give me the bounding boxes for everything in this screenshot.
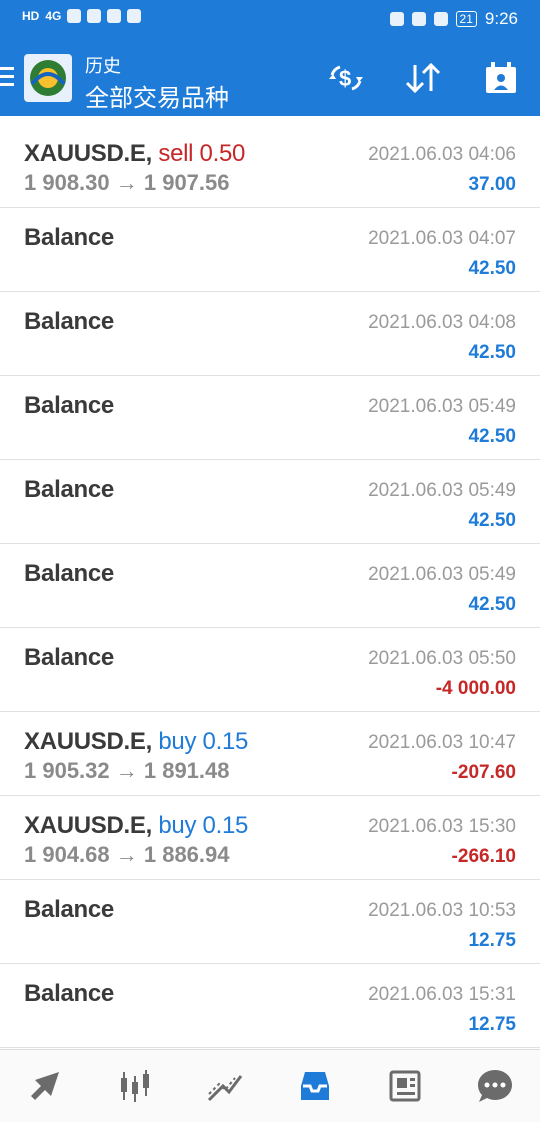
history-row[interactable]: Balance 2021.06.03 15:31 12.75 xyxy=(0,964,540,1048)
bottom-navigation xyxy=(0,1049,540,1122)
history-row[interactable]: Balance 2021.06.03 04:07 42.50 xyxy=(0,208,540,292)
history-row[interactable]: Balance 2021.06.03 10:53 12.75 xyxy=(0,880,540,964)
calendar-icon[interactable] xyxy=(479,56,523,100)
row-date: 2021.06.03 05:50 xyxy=(368,648,516,669)
battery-indicator: 21 xyxy=(455,11,477,27)
row-date: 2021.06.03 10:53 xyxy=(368,900,516,921)
history-row[interactable]: Balance 2021.06.03 05:50 -4 000.00 xyxy=(0,628,540,712)
row-date: 2021.06.03 04:08 xyxy=(368,312,516,333)
row-date: 2021.06.03 15:31 xyxy=(368,984,516,1005)
row-symbol: XAUUSD.E, xyxy=(24,728,152,755)
nav-quotes-candles-icon[interactable] xyxy=(105,1056,165,1116)
row-prices: 1 904.68 → 1 886.94 xyxy=(24,842,230,867)
eye-icon xyxy=(389,12,404,26)
row-prices: 1 905.32 → 1 891.48 xyxy=(24,758,230,783)
row-value: -207.60 xyxy=(451,762,516,783)
history-row[interactable]: XAUUSD.E, buy 0.15 1 905.32 → 1 891.48 2… xyxy=(0,712,540,796)
history-row[interactable]: XAUUSD.E, sell 0.50 1 908.30 → 1 907.56 … xyxy=(0,124,540,208)
history-row[interactable]: Balance 2021.06.03 04:08 42.50 xyxy=(0,292,540,376)
row-value: 42.50 xyxy=(468,258,516,279)
currency-exchange-icon[interactable]: $ xyxy=(324,56,368,100)
row-action: sell 0.50 xyxy=(158,140,246,167)
row-value: -4 000.00 xyxy=(435,678,516,699)
row-value: 42.50 xyxy=(468,510,516,531)
history-row[interactable]: Balance 2021.06.03 05:49 42.50 xyxy=(0,460,540,544)
row-symbol: Balance xyxy=(24,308,114,335)
app-notification-icon xyxy=(87,9,102,23)
nav-news-icon[interactable] xyxy=(375,1056,435,1116)
history-row[interactable]: Balance 2021.06.03 05:49 42.50 xyxy=(0,376,540,460)
row-symbol: Balance xyxy=(24,896,114,923)
row-value: 42.50 xyxy=(468,426,516,447)
row-value: 12.75 xyxy=(468,930,516,951)
hd-indicator: HD xyxy=(22,9,40,23)
history-row[interactable]: Balance 2021.06.03 05:49 42.50 xyxy=(0,544,540,628)
network-indicator: 4G xyxy=(45,9,62,23)
bluetooth-icon xyxy=(433,12,448,26)
header-title[interactable]: 全部交易品种 xyxy=(85,78,229,113)
status-bar: HD 4G 21 9:26 xyxy=(0,0,540,40)
row-value: 37.00 xyxy=(468,174,516,195)
nav-chart-trend-icon[interactable] xyxy=(195,1056,255,1116)
menu-icon[interactable] xyxy=(0,67,14,87)
row-value: 42.50 xyxy=(468,342,516,363)
row-date: 2021.06.03 05:49 xyxy=(368,396,516,417)
nav-chat-icon[interactable] xyxy=(465,1056,525,1116)
row-date: 2021.06.03 04:06 xyxy=(368,144,516,165)
row-symbol: Balance xyxy=(24,476,114,503)
nav-history-inbox-icon[interactable] xyxy=(285,1056,345,1116)
row-symbol: Balance xyxy=(24,560,114,587)
history-row[interactable]: XAUUSD.E, buy 0.15 1 904.68 → 1 886.94 2… xyxy=(0,796,540,880)
row-date: 2021.06.03 04:07 xyxy=(368,228,516,249)
row-date: 2021.06.03 10:47 xyxy=(368,732,516,753)
row-value: 12.75 xyxy=(468,1014,516,1035)
row-prices: 1 908.30 → 1 907.56 xyxy=(24,170,230,195)
row-symbol: Balance xyxy=(24,224,114,251)
row-symbol: XAUUSD.E, xyxy=(24,812,152,839)
row-value: 42.50 xyxy=(468,594,516,615)
row-symbol: Balance xyxy=(24,644,114,671)
signal-icon xyxy=(67,9,82,23)
row-date: 2021.06.03 15:30 xyxy=(368,816,516,837)
cloud-icon xyxy=(127,9,142,23)
row-date: 2021.06.03 05:49 xyxy=(368,480,516,501)
app-logo xyxy=(24,54,72,102)
header-subtitle: 历史 xyxy=(85,56,121,76)
svg-text:$: $ xyxy=(339,66,351,91)
row-value: -266.10 xyxy=(451,846,516,867)
nfc-icon xyxy=(411,12,426,26)
message-icon xyxy=(107,9,122,23)
status-time: 9:26 xyxy=(484,9,518,28)
row-action: buy 0.15 xyxy=(158,812,249,839)
app-bar: 历史 全部交易品种 $ xyxy=(0,40,540,116)
row-action: buy 0.15 xyxy=(158,728,249,755)
history-list: XAUUSD.E, sell 0.50 1 908.30 → 1 907.56 … xyxy=(0,124,540,1048)
row-symbol: XAUUSD.E, xyxy=(24,140,152,167)
sort-icon[interactable] xyxy=(401,56,445,100)
row-symbol: Balance xyxy=(24,980,114,1007)
nav-trade-arrow-icon[interactable] xyxy=(15,1056,75,1116)
row-date: 2021.06.03 05:49 xyxy=(368,564,516,585)
row-symbol: Balance xyxy=(24,392,114,419)
